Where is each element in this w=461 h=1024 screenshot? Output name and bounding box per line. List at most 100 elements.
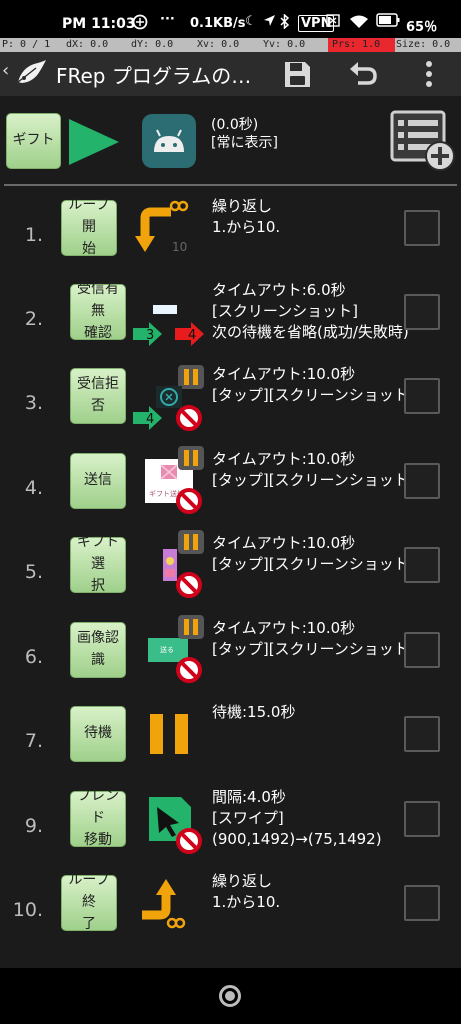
status-bar: PM 11:03 ··· 0.1KB/s ☾ VPN 65％ bbox=[0, 0, 461, 38]
success-jump-icon: 4 bbox=[133, 406, 163, 434]
step-checkbox[interactable] bbox=[404, 294, 440, 330]
header-time: (0.0秒) bbox=[211, 117, 259, 133]
undo-icon[interactable] bbox=[346, 57, 380, 91]
step-button-image-recognition[interactable]: 画像認識 bbox=[70, 622, 126, 678]
step-checkbox[interactable] bbox=[404, 547, 440, 583]
loop-count-badge: 10 bbox=[172, 240, 188, 254]
step-label-line: ギフト選 bbox=[77, 534, 119, 573]
step-description: 待機:15.0秒 bbox=[212, 702, 295, 723]
desc-line: (900,1492)→(75,1492) bbox=[212, 830, 382, 848]
step-button-send[interactable]: 送信 bbox=[70, 453, 126, 509]
desc-line: [スワイプ] bbox=[212, 809, 284, 827]
home-button-icon[interactable] bbox=[219, 985, 241, 1007]
step-button-receive-reject[interactable]: 受信拒否 bbox=[70, 368, 126, 424]
list-add-icon[interactable] bbox=[390, 110, 456, 172]
step-checkbox[interactable] bbox=[404, 801, 440, 837]
program-header: ギフト (0.0秒) [常に表示] bbox=[0, 96, 461, 186]
moon-icon: ☾ bbox=[245, 14, 257, 29]
step-number: 3. bbox=[24, 392, 43, 414]
step-button-wait[interactable]: 待機 bbox=[70, 706, 126, 762]
no-fail-icon bbox=[175, 487, 203, 519]
step-row[interactable]: 5. ギフト選択 タイムアウト:10.0秒 [タップ][スクリーンショット] bbox=[0, 530, 461, 621]
step-description: タイムアウト:10.0秒 [タップ][スクリーンショット] bbox=[212, 449, 415, 491]
step-button-gift-select[interactable]: ギフト選択 bbox=[70, 534, 126, 594]
network-speed: 0.1KB/s bbox=[190, 16, 246, 31]
back-arrow-icon[interactable]: ‹ bbox=[2, 60, 9, 81]
step-checkbox[interactable] bbox=[404, 885, 440, 921]
desc-line: タイムアウト:10.0秒 bbox=[212, 534, 356, 552]
step-label-line: 移動 bbox=[84, 831, 112, 848]
more-vert-icon[interactable] bbox=[412, 57, 446, 91]
step-checkbox[interactable] bbox=[404, 210, 440, 246]
desc-line: タイムアウト:10.0秒 bbox=[212, 619, 356, 637]
debug-yv: Yv: 0.0 bbox=[263, 39, 306, 50]
step-row[interactable]: 3. 受信拒否 4 タイムアウト:10.0秒 [タップ][スクリーンショット] bbox=[0, 365, 461, 452]
step-row[interactable]: 7. 待機 待機:15.0秒 bbox=[0, 703, 461, 790]
page-title: FRep プログラムの… bbox=[56, 64, 252, 88]
status-time: PM 11:03 bbox=[62, 16, 136, 32]
debug-prs: Prs: 1.0 bbox=[328, 38, 395, 52]
debug-size: Size: 0.0 bbox=[396, 39, 451, 50]
step-label-line: 択 bbox=[91, 577, 105, 594]
step-description: タイムアウト:10.0秒 [タップ][スクリーンショット] bbox=[212, 364, 415, 406]
touch-debug-bar: P: 0 / 1 dX: 0.0 dY: 0.0 Xv: 0.0 Yv: 0.0… bbox=[0, 38, 461, 52]
desc-line: [スクリーンショット] bbox=[212, 302, 358, 320]
step-button-loop-start[interactable]: ループ開始 bbox=[61, 197, 117, 257]
desc-line: [タップ][スクリーンショット] bbox=[212, 386, 415, 404]
step-row[interactable]: 10. ループ終了 繰り返し 1.から10. bbox=[0, 872, 461, 959]
step-button-friend-move[interactable]: フレンド 移動 bbox=[70, 788, 126, 848]
step-label-line: 待機 bbox=[84, 725, 112, 742]
more-notifications-icon: ··· bbox=[160, 12, 175, 27]
step-description: 繰り返し 1.から10. bbox=[212, 196, 280, 238]
debug-dx: dX: 0.0 bbox=[66, 39, 109, 50]
step-button-loop-end[interactable]: ループ終了 bbox=[61, 872, 117, 932]
bluetooth-icon bbox=[280, 13, 290, 33]
step-button-receive-check[interactable]: 受信有無 確認 bbox=[70, 281, 126, 341]
step-number: 7. bbox=[24, 730, 43, 752]
step-row[interactable]: 4. 送信 ギフト送信 タイムアウト:10.0秒 [タップ][スクリーンショット… bbox=[0, 446, 461, 537]
step-description: タイムアウト:10.0秒 [タップ][スクリーンショット] bbox=[212, 533, 415, 575]
desc-line: タイムアウト:6.0秒 bbox=[212, 281, 346, 299]
step-row[interactable]: 6. 画像認識 送る タイムアウト:10.0秒 [タップ][スクリーンショット] bbox=[0, 615, 461, 706]
gift-button[interactable]: ギフト bbox=[6, 113, 61, 169]
step-row[interactable]: 9. フレンド 移動 間隔:4.0秒 [スワイプ] (900,1492)→(75,… bbox=[0, 788, 461, 875]
app-logo-icon bbox=[14, 56, 48, 90]
step-label-line: 受信拒否 bbox=[77, 376, 119, 414]
desc-line: タイムアウト:10.0秒 bbox=[212, 365, 356, 383]
step-description: タイムアウト:10.0秒 [タップ][スクリーンショット] bbox=[212, 618, 415, 660]
step-number: 2. bbox=[24, 308, 43, 330]
thumbnail-text: 送る bbox=[160, 646, 174, 654]
svg-text:4: 4 bbox=[188, 328, 196, 343]
step-label-line: 始 bbox=[82, 240, 96, 257]
location-icon bbox=[262, 14, 276, 32]
save-icon[interactable] bbox=[280, 57, 314, 91]
desc-line: 1.から10. bbox=[212, 218, 281, 236]
step-number: 6. bbox=[24, 646, 43, 668]
step-label-line: 確認 bbox=[84, 324, 112, 341]
step-checkbox[interactable] bbox=[404, 716, 440, 752]
step-checkbox[interactable] bbox=[404, 378, 440, 414]
desc-line: 次の待機を省略(成功/失敗時) bbox=[212, 323, 409, 341]
desc-line: [タップ][スクリーンショット] bbox=[212, 555, 415, 573]
app-bar: ‹ FRep プログラムの… bbox=[0, 52, 461, 96]
desc-line: [タップ][スクリーンショット] bbox=[212, 471, 415, 489]
step-label-line: ループ終 bbox=[68, 872, 110, 911]
step-label-line: 画像認識 bbox=[77, 630, 119, 668]
battery-icon bbox=[376, 12, 400, 32]
no-fail-icon bbox=[175, 656, 203, 688]
android-icon[interactable] bbox=[142, 114, 196, 168]
step-checkbox[interactable] bbox=[404, 463, 440, 499]
svg-text:4: 4 bbox=[146, 412, 154, 427]
pause-badge-icon bbox=[177, 614, 205, 644]
no-fail-icon bbox=[175, 571, 203, 603]
success-jump-icon: 3 bbox=[133, 322, 163, 350]
step-label-line: 送信 bbox=[84, 472, 112, 489]
step-row[interactable]: 1. ループ開始 10 繰り返し 1.から10. bbox=[0, 197, 461, 284]
step-checkbox[interactable] bbox=[404, 632, 440, 668]
step-row[interactable]: 2. 受信有無 確認 3 4 タイムアウト:6.0秒 [スクリーンショット] 次の… bbox=[0, 281, 461, 368]
play-icon[interactable] bbox=[67, 117, 121, 171]
desc-line: 待機:15.0秒 bbox=[212, 703, 296, 721]
pause-badge-icon bbox=[177, 529, 205, 559]
notification-icon bbox=[132, 14, 148, 34]
step-number: 9. bbox=[24, 815, 43, 837]
